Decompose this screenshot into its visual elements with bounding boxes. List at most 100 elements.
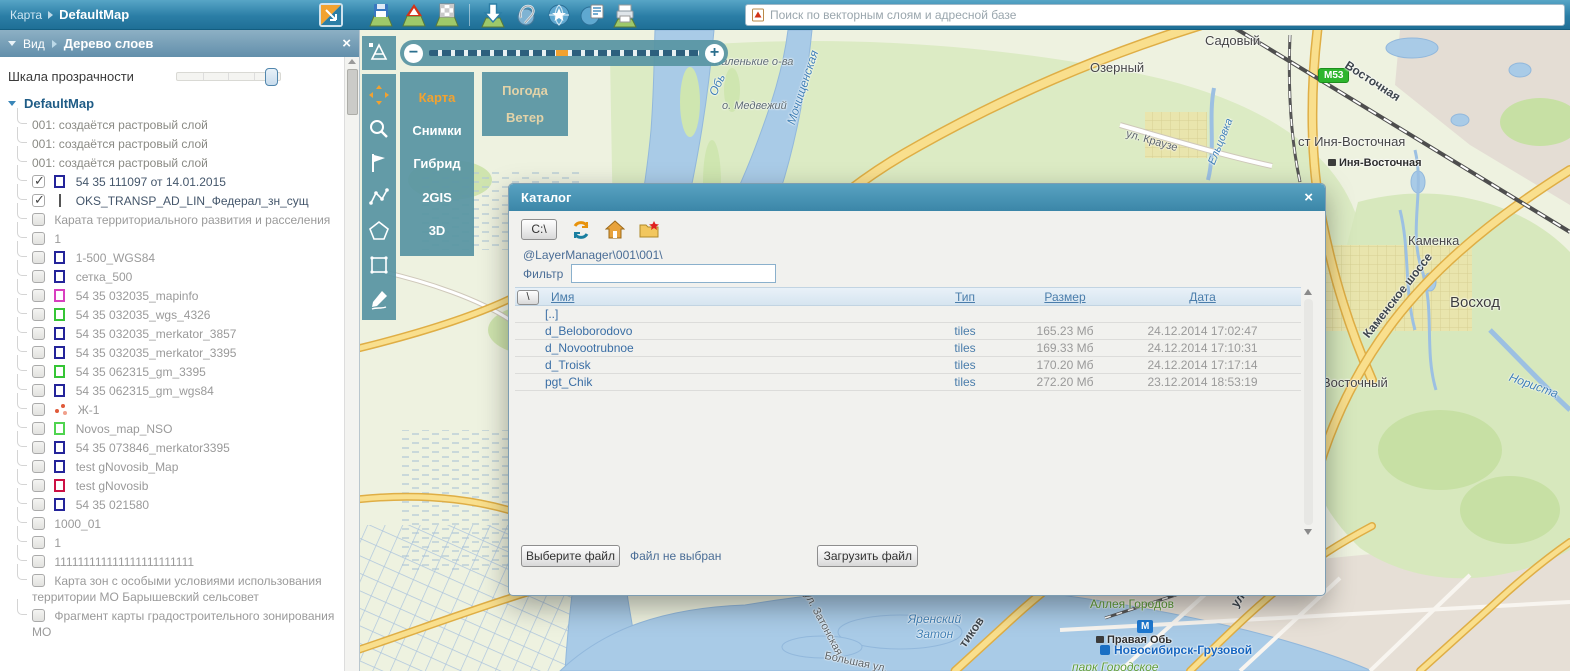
layer-label[interactable]: 54 35 073846_merkator3395 [76, 441, 230, 455]
basemap-button[interactable]: Снимки [412, 123, 461, 138]
column-header-name[interactable]: Имя [551, 290, 574, 304]
layer-checkbox[interactable] [32, 194, 45, 207]
file-name[interactable]: d_Troisk [545, 358, 591, 372]
layer-tree-item[interactable]: OKS_TRANSP_AD_LIN_Федерал_зн_сущ [6, 191, 340, 210]
scroll-up-icon[interactable] [348, 59, 356, 64]
layer-checkbox[interactable] [32, 555, 45, 568]
sidebar-menu-label[interactable]: Вид [23, 37, 45, 51]
sidebar-scrollbar[interactable] [344, 57, 359, 671]
globe-star-button[interactable] [545, 2, 572, 28]
layer-label[interactable]: test gNovosib [76, 479, 149, 493]
measure-path-tool-button[interactable] [366, 184, 392, 210]
layer-checkbox[interactable] [32, 308, 45, 321]
dialog-titlebar[interactable]: Каталог × [509, 184, 1325, 211]
layer-checkbox[interactable] [32, 175, 45, 188]
flag-tool-button[interactable] [366, 150, 392, 176]
layer-tree-item[interactable]: 54 35 032035_merkator_3395 [6, 343, 340, 362]
layer-checkbox[interactable] [32, 251, 45, 264]
layer-checkbox[interactable] [32, 441, 45, 454]
layer-label[interactable]: 54 35 062315_gm_wgs84 [76, 384, 214, 398]
layer-label[interactable]: 1 [54, 536, 61, 550]
download-map-button[interactable] [479, 2, 506, 28]
layer-checkbox[interactable] [32, 536, 45, 549]
layer-tree-item[interactable]: 1 [6, 533, 340, 552]
layer-tree-item[interactable]: 001: создаётся растровый слой [6, 134, 340, 153]
layer-label[interactable]: Карата территориального развития и рассе… [54, 213, 330, 227]
layer-tree-item[interactable]: 54 35 032035_merkator_3857 [6, 324, 340, 343]
layer-label[interactable]: Novos_map_NSO [76, 422, 173, 436]
polygon-tool-button[interactable] [366, 218, 392, 244]
layer-tree-item[interactable]: Карта зон с особыми условиями использова… [6, 571, 340, 606]
tree-root-label[interactable]: DefaultMap [24, 96, 94, 111]
layer-checkbox[interactable] [32, 346, 45, 359]
layer-tree-item[interactable]: 54 35 032035_mapinfo [6, 286, 340, 305]
layer-label[interactable]: 54 35 032035_wgs_4326 [76, 308, 211, 322]
attach-file-button[interactable] [512, 2, 539, 28]
layer-checkbox[interactable] [32, 232, 45, 245]
layer-label[interactable]: 54 35 032035_merkator_3395 [76, 346, 237, 360]
layer-checkbox[interactable] [32, 403, 45, 416]
layer-label[interactable]: сетка_500 [76, 270, 133, 284]
zoom-level-marker[interactable] [556, 50, 568, 56]
layer-label[interactable]: 54 35 111097 от 14.01.2015 [76, 175, 226, 189]
breadcrumb[interactable]: Карта DefaultMap [0, 7, 139, 22]
file-name[interactable]: [..] [545, 307, 558, 321]
transparency-slider[interactable] [176, 72, 281, 81]
layer-checkbox[interactable] [32, 609, 45, 622]
drive-button[interactable]: C:\ [521, 219, 557, 240]
layer-tree-item[interactable]: 54 35 062315_gm_wgs84 [6, 381, 340, 400]
layer-tree-item[interactable]: 111111111111111111111111 [6, 552, 340, 571]
sidebar-collapse-icon[interactable] [8, 41, 16, 46]
transparency-handle[interactable] [265, 68, 278, 86]
basemap-button[interactable]: Карта [419, 90, 456, 105]
layer-label[interactable]: Фрагмент карты градостроительного зониро… [32, 609, 334, 639]
layer-label[interactable]: 54 35 021580 [76, 498, 149, 512]
layer-checkbox[interactable] [32, 498, 45, 511]
collapse-panel-button[interactable] [317, 2, 344, 28]
layer-checkbox[interactable] [32, 384, 45, 397]
layer-checkbox[interactable] [32, 479, 45, 492]
layer-label[interactable]: 001: создаётся растровый слой [32, 137, 208, 151]
column-header-size[interactable]: Размер [1005, 290, 1125, 304]
layer-tree-item[interactable]: 54 35 111097 от 14.01.2015 [6, 172, 340, 191]
layer-label[interactable]: OKS_TRANSP_AD_LIN_Федерал_зн_сущ [76, 194, 309, 208]
upload-file-button[interactable]: Загрузить файл [817, 545, 918, 567]
weather-button[interactable]: Ветер [506, 110, 544, 125]
layer-label[interactable]: 111111111111111111111111 [54, 555, 194, 569]
print-button[interactable] [611, 2, 638, 28]
file-name[interactable]: d_Beloborodovo [545, 324, 632, 338]
zoom-box-tool-button[interactable] [366, 116, 392, 142]
layer-tree-item[interactable]: 001: создаётся растровый слой [6, 115, 340, 134]
zoom-track[interactable] [429, 50, 699, 56]
layer-label[interactable]: Ж-1 [78, 403, 100, 417]
root-slash-button[interactable]: \ [517, 290, 539, 305]
layer-label[interactable]: test gNovosib_Map [76, 460, 179, 474]
layer-checkbox[interactable] [32, 517, 45, 530]
file-name[interactable]: d_Novootrubnoe [545, 341, 634, 355]
layer-label[interactable]: 1000_01 [54, 517, 101, 531]
layer-checkbox[interactable] [32, 460, 45, 473]
catalog-row[interactable]: pgt_Chik tiles 272.20 Мб 23.12.2014 18:5… [515, 374, 1301, 391]
draw-tool-button[interactable] [366, 286, 392, 312]
catalog-row[interactable]: [..] [515, 306, 1301, 323]
layer-checkbox[interactable] [32, 327, 45, 340]
column-header-type[interactable]: Тип [910, 290, 1020, 304]
file-name[interactable]: pgt_Chik [545, 375, 592, 389]
layer-checkbox[interactable] [32, 213, 45, 226]
home-icon[interactable] [605, 220, 625, 240]
save-map-button[interactable] [367, 2, 394, 28]
export-pdf-button[interactable] [400, 2, 427, 28]
column-header-date[interactable]: Дата [1115, 290, 1290, 304]
new-folder-icon[interactable] [639, 220, 659, 240]
layer-tree-item[interactable]: 54 35 032035_wgs_4326 [6, 305, 340, 324]
layer-tree-item[interactable]: 54 35 062315_gm_3395 [6, 362, 340, 381]
layer-tree-item[interactable]: 1 [6, 229, 340, 248]
layer-tree-item[interactable]: 001: создаётся растровый слой [6, 153, 340, 172]
layer-label[interactable]: 54 35 062315_gm_3395 [76, 365, 206, 379]
layer-label[interactable]: Карта зон с особыми условиями использова… [32, 574, 322, 604]
filter-input[interactable] [571, 264, 776, 283]
basemap-button[interactable]: 2GIS [422, 190, 452, 205]
sidebar-scroll-thumb[interactable] [347, 69, 358, 115]
catalog-scrollbar[interactable] [1302, 287, 1315, 537]
export-image-button[interactable] [433, 2, 460, 28]
